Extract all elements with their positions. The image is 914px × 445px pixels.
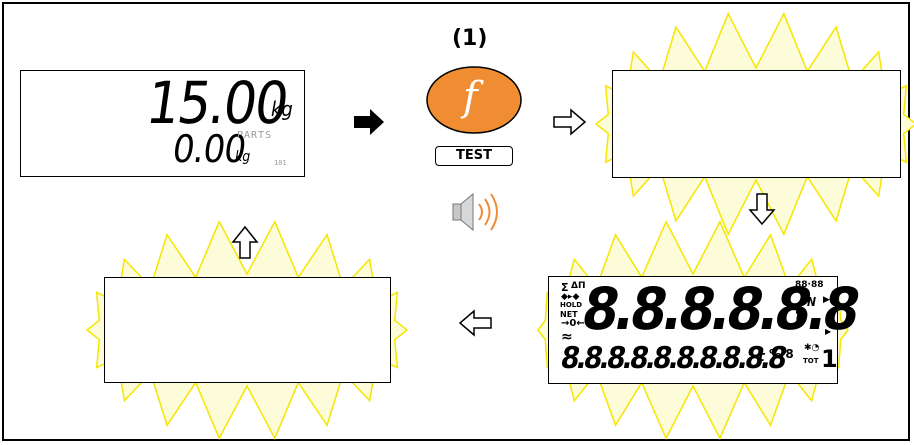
indicator-z: z <box>811 315 818 330</box>
arrow-right-solid-icon <box>354 109 384 135</box>
initial-display: 15.00 kg 0.00 PARTS kg 101 <box>20 69 305 177</box>
indicator-sigma-extra: ΔΠ <box>571 281 586 291</box>
test-key[interactable]: TEST <box>435 146 513 166</box>
main-weight-unit: kg <box>271 97 293 121</box>
indicator-bar-icon: 1 <box>821 345 838 373</box>
arrow-left-outline-icon <box>458 309 492 337</box>
indicator-hold: HOLD <box>560 301 583 309</box>
display-corner-text: 101 <box>274 159 287 167</box>
indicator-fraction-icon: %/8 <box>769 347 794 361</box>
function-key-label: f <box>463 74 478 120</box>
speaker-beep-icon <box>452 192 498 232</box>
indicator-star-icon: ✱◔ <box>804 343 820 353</box>
secondary-label: PARTS <box>237 130 273 141</box>
blank-display-top-right <box>612 70 901 178</box>
secondary-segment-digits: 8.8.8.8.8.8.8.8.8.8 <box>557 341 788 376</box>
indicator-tot: TOT <box>803 357 819 365</box>
step-number: (1) <box>452 26 488 51</box>
secondary-weight-unit: kg <box>235 149 251 165</box>
indicator-top-right-icon: 88·88 <box>795 280 824 290</box>
indicator-play-icon-2: ▶ <box>825 327 832 336</box>
segment-test-display: Σ ΔΠ ◆▸◆ HOLD NET →0← ≈ 8.8.8.8.8.8 88·8… <box>548 275 862 384</box>
indicator-n: N <box>807 295 817 309</box>
indicator-play-icon: ▶ <box>823 295 830 305</box>
arrow-up-outline-icon <box>231 225 259 259</box>
indicator-small-t-icon: t <box>758 349 765 365</box>
arrow-down-outline-icon <box>748 193 776 226</box>
blank-display-bottom-left <box>104 277 391 383</box>
indicator-t: t <box>795 303 804 327</box>
arrow-right-outline-icon <box>553 108 587 136</box>
